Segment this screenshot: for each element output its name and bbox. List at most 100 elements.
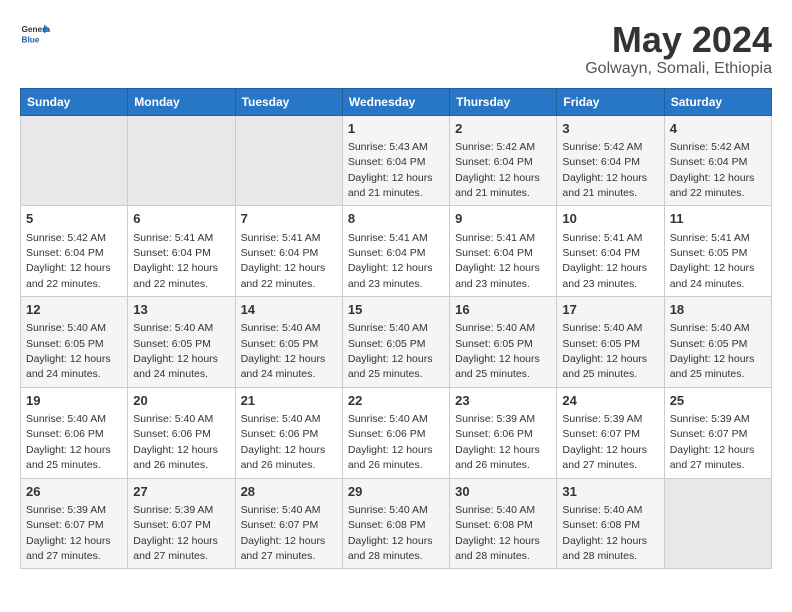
sunrise-info: Sunrise: 5:40 AM [241,322,321,334]
day-header-thursday: Thursday [450,88,557,115]
day-number: 28 [241,483,337,501]
sunset-info: Sunset: 6:08 PM [348,519,426,531]
day-number: 1 [348,120,444,138]
daylight-info: Daylight: 12 hours and 27 minutes. [670,444,755,471]
day-number: 25 [670,392,766,410]
daylight-info: Daylight: 12 hours and 21 minutes. [455,172,540,199]
sunset-info: Sunset: 6:06 PM [133,428,211,440]
daylight-info: Daylight: 12 hours and 25 minutes. [26,444,111,471]
calendar-cell: 13 Sunrise: 5:40 AM Sunset: 6:05 PM Dayl… [128,297,235,388]
day-header-tuesday: Tuesday [235,88,342,115]
day-number: 26 [26,483,122,501]
sunset-info: Sunset: 6:05 PM [348,338,426,350]
sunset-info: Sunset: 6:07 PM [562,428,640,440]
calendar-table: SundayMondayTuesdayWednesdayThursdayFrid… [20,88,772,570]
week-row-5: 26 Sunrise: 5:39 AM Sunset: 6:07 PM Dayl… [21,478,772,569]
sunset-info: Sunset: 6:06 PM [348,428,426,440]
daylight-info: Daylight: 12 hours and 25 minutes. [455,353,540,380]
day-number: 10 [562,210,658,228]
daylight-info: Daylight: 12 hours and 27 minutes. [26,535,111,562]
daylight-info: Daylight: 12 hours and 28 minutes. [562,535,647,562]
week-row-1: 1 Sunrise: 5:43 AM Sunset: 6:04 PM Dayli… [21,115,772,206]
sunrise-info: Sunrise: 5:43 AM [348,141,428,153]
calendar-cell: 27 Sunrise: 5:39 AM Sunset: 6:07 PM Dayl… [128,478,235,569]
daylight-info: Daylight: 12 hours and 26 minutes. [241,444,326,471]
week-row-2: 5 Sunrise: 5:42 AM Sunset: 6:04 PM Dayli… [21,206,772,297]
logo: General Blue [20,20,50,50]
sunrise-info: Sunrise: 5:42 AM [455,141,535,153]
calendar-cell: 4 Sunrise: 5:42 AM Sunset: 6:04 PM Dayli… [664,115,771,206]
sunset-info: Sunset: 6:07 PM [26,519,104,531]
sunset-info: Sunset: 6:05 PM [26,338,104,350]
daylight-info: Daylight: 12 hours and 24 minutes. [133,353,218,380]
sunset-info: Sunset: 6:07 PM [133,519,211,531]
calendar-cell: 29 Sunrise: 5:40 AM Sunset: 6:08 PM Dayl… [342,478,449,569]
calendar-cell [235,115,342,206]
calendar-cell: 12 Sunrise: 5:40 AM Sunset: 6:05 PM Dayl… [21,297,128,388]
day-number: 27 [133,483,229,501]
calendar-cell [21,115,128,206]
sunrise-info: Sunrise: 5:41 AM [562,232,642,244]
sunset-info: Sunset: 6:04 PM [562,247,640,259]
sunset-info: Sunset: 6:08 PM [455,519,533,531]
sunrise-info: Sunrise: 5:40 AM [26,322,106,334]
daylight-info: Daylight: 12 hours and 25 minutes. [562,353,647,380]
calendar-cell: 19 Sunrise: 5:40 AM Sunset: 6:06 PM Dayl… [21,387,128,478]
calendar-cell: 24 Sunrise: 5:39 AM Sunset: 6:07 PM Dayl… [557,387,664,478]
daylight-info: Daylight: 12 hours and 26 minutes. [133,444,218,471]
daylight-info: Daylight: 12 hours and 22 minutes. [133,262,218,289]
sunrise-info: Sunrise: 5:40 AM [348,504,428,516]
day-header-sunday: Sunday [21,88,128,115]
sunset-info: Sunset: 6:04 PM [348,156,426,168]
calendar-cell: 2 Sunrise: 5:42 AM Sunset: 6:04 PM Dayli… [450,115,557,206]
sunset-info: Sunset: 6:05 PM [670,338,748,350]
week-row-3: 12 Sunrise: 5:40 AM Sunset: 6:05 PM Dayl… [21,297,772,388]
day-number: 8 [348,210,444,228]
sunset-info: Sunset: 6:07 PM [241,519,319,531]
month-title: May 2024 [585,20,772,60]
sunrise-info: Sunrise: 5:40 AM [348,322,428,334]
day-header-friday: Friday [557,88,664,115]
sunrise-info: Sunrise: 5:41 AM [241,232,321,244]
sunrise-info: Sunrise: 5:40 AM [455,504,535,516]
day-number: 5 [26,210,122,228]
logo-icon: General Blue [20,20,50,50]
daylight-info: Daylight: 12 hours and 28 minutes. [455,535,540,562]
sunset-info: Sunset: 6:06 PM [26,428,104,440]
calendar-cell: 17 Sunrise: 5:40 AM Sunset: 6:05 PM Dayl… [557,297,664,388]
day-number: 9 [455,210,551,228]
sunrise-info: Sunrise: 5:41 AM [455,232,535,244]
day-number: 18 [670,301,766,319]
week-row-4: 19 Sunrise: 5:40 AM Sunset: 6:06 PM Dayl… [21,387,772,478]
daylight-info: Daylight: 12 hours and 27 minutes. [133,535,218,562]
sunset-info: Sunset: 6:05 PM [670,247,748,259]
calendar-cell: 3 Sunrise: 5:42 AM Sunset: 6:04 PM Dayli… [557,115,664,206]
day-header-wednesday: Wednesday [342,88,449,115]
day-number: 12 [26,301,122,319]
sunset-info: Sunset: 6:05 PM [133,338,211,350]
days-header-row: SundayMondayTuesdayWednesdayThursdayFrid… [21,88,772,115]
sunset-info: Sunset: 6:04 PM [348,247,426,259]
daylight-info: Daylight: 12 hours and 25 minutes. [670,353,755,380]
calendar-cell: 25 Sunrise: 5:39 AM Sunset: 6:07 PM Dayl… [664,387,771,478]
daylight-info: Daylight: 12 hours and 26 minutes. [348,444,433,471]
svg-text:Blue: Blue [22,36,40,45]
day-number: 30 [455,483,551,501]
daylight-info: Daylight: 12 hours and 22 minutes. [26,262,111,289]
sunrise-info: Sunrise: 5:39 AM [670,413,750,425]
calendar-cell: 26 Sunrise: 5:39 AM Sunset: 6:07 PM Dayl… [21,478,128,569]
day-number: 6 [133,210,229,228]
calendar-cell: 30 Sunrise: 5:40 AM Sunset: 6:08 PM Dayl… [450,478,557,569]
sunrise-info: Sunrise: 5:40 AM [133,413,213,425]
sunrise-info: Sunrise: 5:40 AM [133,322,213,334]
sunset-info: Sunset: 6:04 PM [455,156,533,168]
day-number: 7 [241,210,337,228]
sunrise-info: Sunrise: 5:40 AM [241,413,321,425]
day-number: 11 [670,210,766,228]
calendar-cell: 8 Sunrise: 5:41 AM Sunset: 6:04 PM Dayli… [342,206,449,297]
sunset-info: Sunset: 6:04 PM [241,247,319,259]
sunrise-info: Sunrise: 5:40 AM [562,504,642,516]
sunrise-info: Sunrise: 5:40 AM [670,322,750,334]
day-number: 31 [562,483,658,501]
sunrise-info: Sunrise: 5:42 AM [562,141,642,153]
